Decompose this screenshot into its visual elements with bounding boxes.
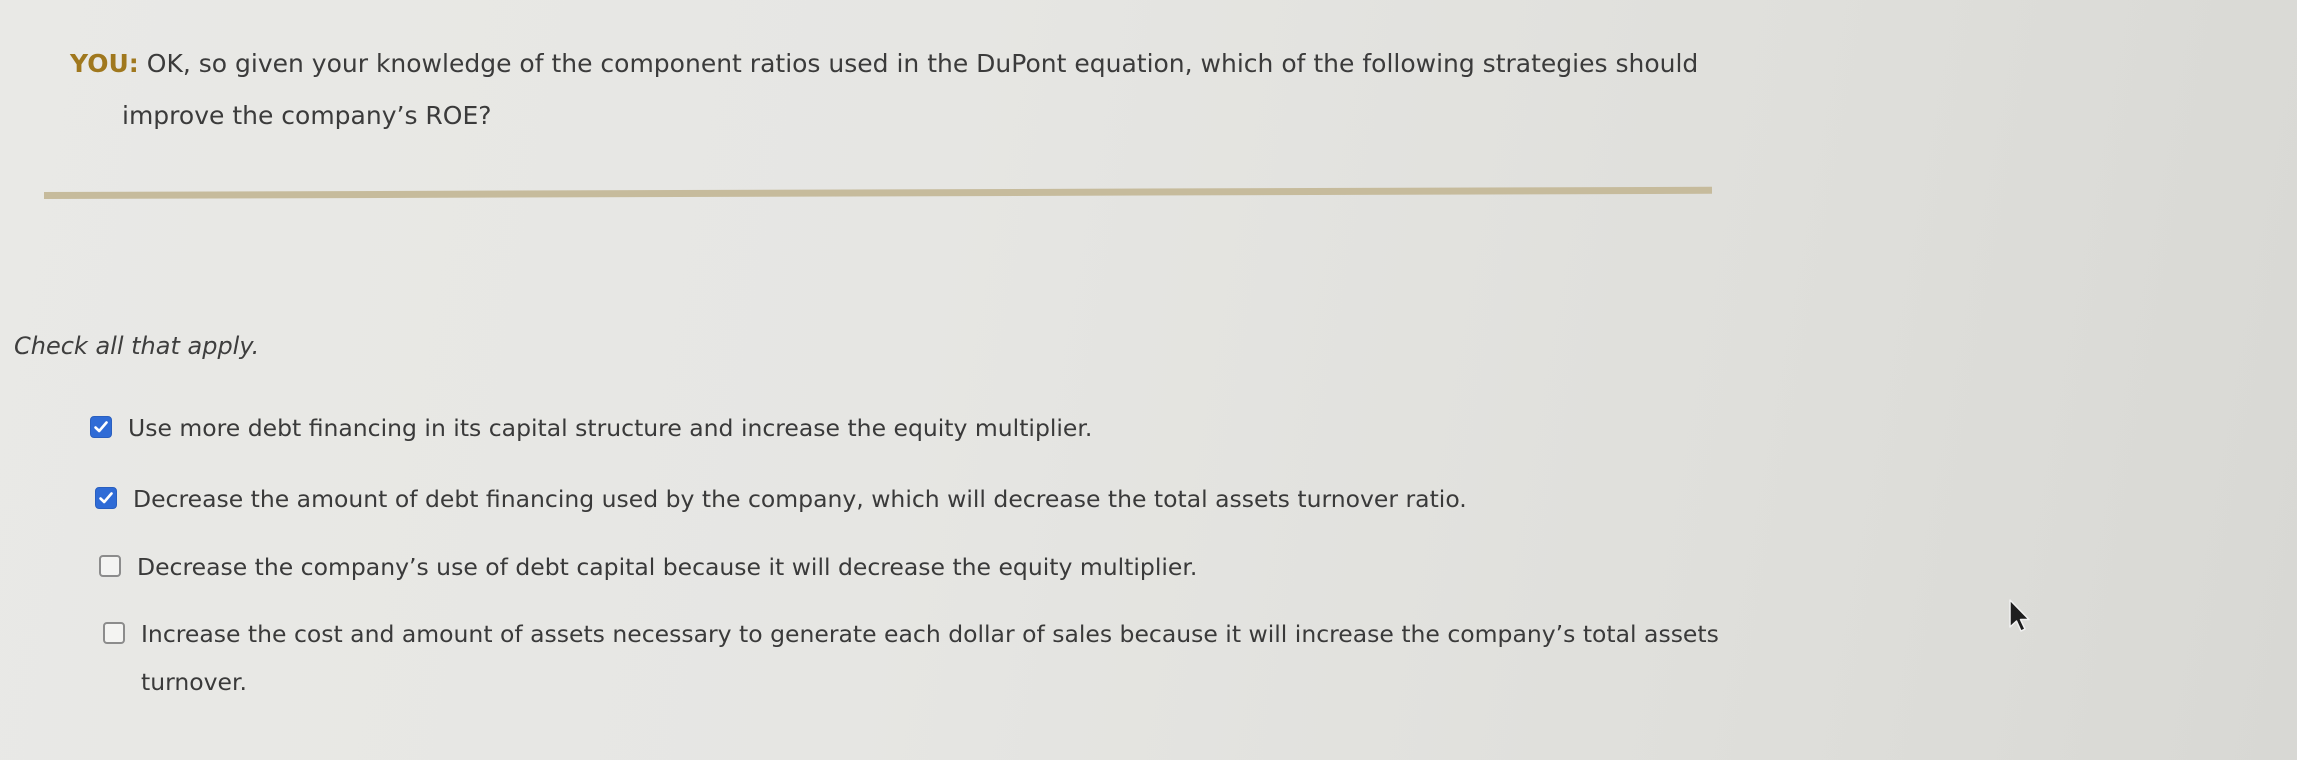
question-line-2: improve the company’s ROE? — [122, 101, 492, 130]
question-text: YOU: OK, so given your knowledge of the c… — [70, 38, 1710, 142]
question-line-1: OK, so given your knowledge of the compo… — [146, 49, 1699, 78]
checkbox-option-2[interactable] — [95, 487, 117, 509]
instructions: Check all that apply. — [14, 332, 260, 360]
option-4-label: Increase the cost and amount of assets n… — [141, 610, 1719, 706]
option-3[interactable]: Decrease the company’s use of debt capit… — [99, 543, 1197, 591]
speaker-label: YOU: — [70, 49, 139, 78]
option-1-label: Use more debt financing in its capital s… — [128, 414, 1093, 442]
checkmark-icon — [94, 421, 108, 433]
checkbox-option-4[interactable] — [103, 622, 125, 644]
checkbox-option-1[interactable] — [90, 416, 112, 438]
checkbox-option-3[interactable] — [99, 555, 121, 577]
divider — [43, 186, 1713, 199]
option-4[interactable]: Increase the cost and amount of assets n… — [103, 610, 1763, 706]
checkmark-icon — [99, 492, 113, 504]
option-4-line-2: turnover. — [141, 668, 247, 696]
option-1[interactable]: Use more debt financing in its capital s… — [90, 404, 1092, 452]
option-2-label: Decrease the amount of debt financing us… — [133, 485, 1467, 513]
option-4-line-1: Increase the cost and amount of assets n… — [141, 620, 1719, 648]
option-2[interactable]: Decrease the amount of debt financing us… — [95, 475, 1467, 523]
mouse-pointer-icon — [2009, 599, 2030, 632]
option-3-label: Decrease the company’s use of debt capit… — [137, 553, 1198, 581]
